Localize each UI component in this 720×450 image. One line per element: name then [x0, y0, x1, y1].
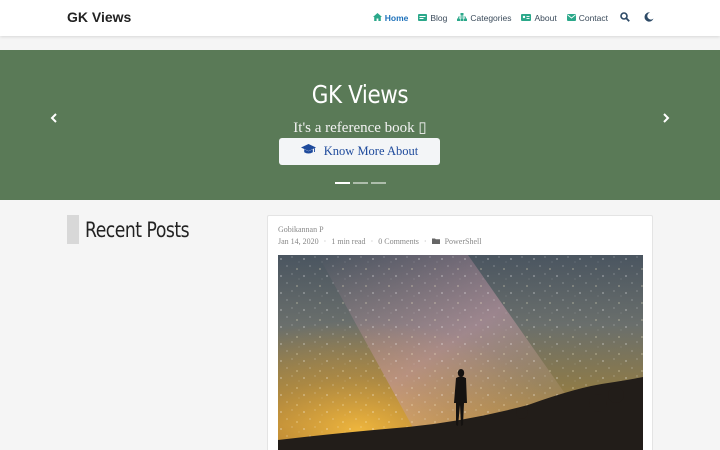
recent-posts-title: Recent Posts	[85, 217, 190, 242]
recent-posts-heading: Recent Posts	[67, 215, 212, 244]
post-comments[interactable]: 0 Comments	[378, 237, 419, 246]
sitemap-icon	[457, 13, 468, 23]
post-author[interactable]: Gobikannan P	[278, 225, 324, 234]
hero-carousel: GK Views It's a reference book ▯ Know Mo…	[0, 50, 720, 200]
theme-toggle-button[interactable]	[642, 11, 656, 25]
nav-label-about: About	[534, 13, 557, 23]
search-button[interactable]	[618, 11, 632, 25]
blog-icon	[418, 13, 428, 23]
know-more-label: Know More About	[323, 144, 419, 158]
nav-label-categories: Categories	[470, 13, 512, 23]
site-brand[interactable]: GK Views	[67, 9, 131, 25]
post-card[interactable]: Gobikannan P Jan 14, 2020 · 1 min read ·…	[267, 215, 653, 450]
carousel-indicator-2[interactable]	[353, 182, 368, 184]
carousel-indicator-1[interactable]	[335, 182, 350, 184]
nav-label-contact: Contact	[578, 13, 608, 23]
chevron-right-icon	[662, 110, 670, 128]
main-nav: Home Blog Categories About Contact	[372, 0, 656, 36]
search-icon	[620, 12, 630, 24]
folder-icon	[431, 237, 440, 246]
nav-item-categories[interactable]: Categories	[457, 13, 511, 23]
id-card-icon	[521, 13, 532, 23]
hero-subtitle: It's a reference book ▯	[293, 120, 427, 136]
nav-item-contact[interactable]: Contact	[566, 13, 608, 23]
meta-separator: ·	[370, 237, 374, 246]
navbar: GK Views Home Blog Categories About Cont…	[0, 0, 720, 36]
nav-item-about[interactable]: About	[521, 13, 557, 23]
meta-separator: ·	[323, 237, 327, 246]
know-more-button[interactable]: Know More About	[279, 138, 440, 165]
post-read-time: 1 min read	[331, 237, 366, 246]
nav-item-blog[interactable]: Blog	[418, 13, 447, 23]
post-date: Jan 14, 2020	[278, 237, 319, 246]
post-meta: Jan 14, 2020 · 1 min read · 0 Comments ·…	[278, 237, 481, 246]
envelope-icon	[566, 13, 576, 23]
heading-accent-bar	[67, 215, 79, 244]
hero-title: GK Views	[311, 80, 409, 109]
carousel-indicator-3[interactable]	[371, 182, 386, 184]
graduation-cap-icon	[300, 144, 316, 159]
carousel-next-button[interactable]	[659, 112, 673, 126]
carousel-indicators	[335, 182, 386, 184]
nav-label-home: Home	[384, 13, 409, 23]
nav-label-blog: Blog	[430, 13, 448, 23]
home-icon	[372, 13, 382, 23]
nav-item-home[interactable]: Home	[372, 13, 409, 23]
post-featured-image[interactable]	[278, 255, 643, 450]
meta-separator: ·	[423, 237, 427, 246]
moon-icon	[644, 12, 654, 24]
post-category[interactable]: PowerShell	[445, 237, 482, 246]
